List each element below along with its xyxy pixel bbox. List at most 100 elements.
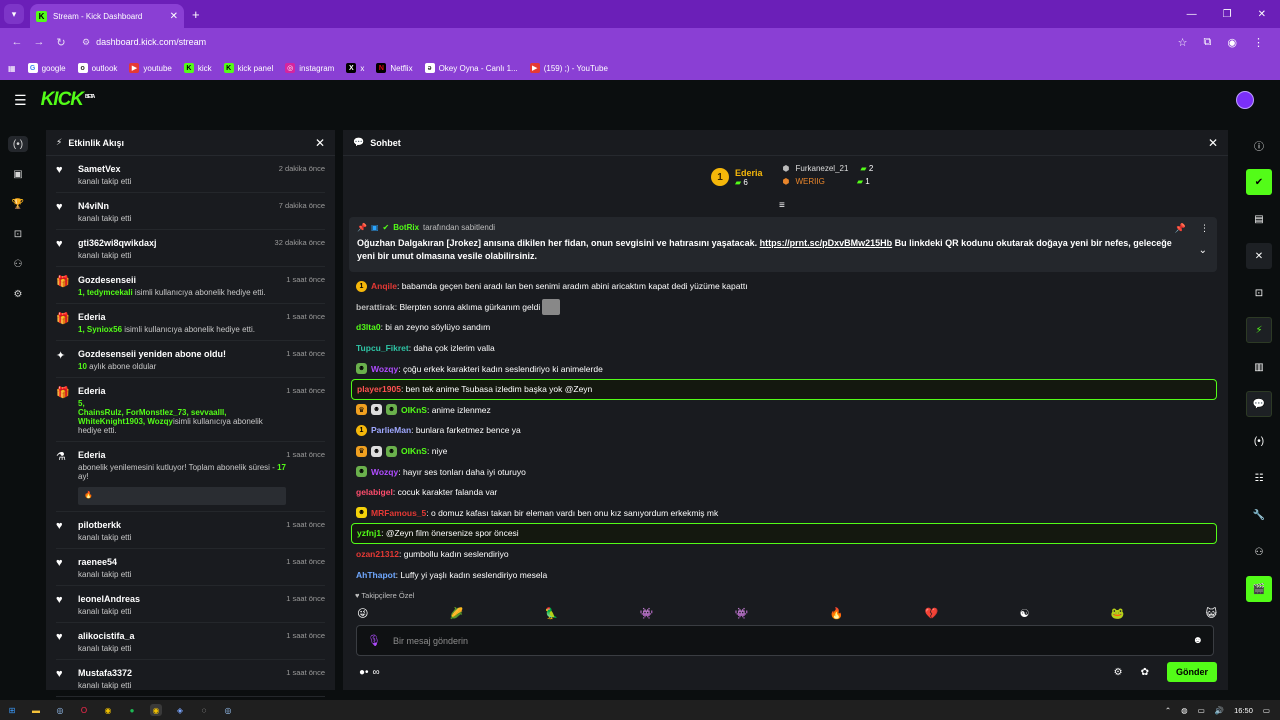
chat-username[interactable]: yzfnj1 (357, 528, 381, 538)
app-icon[interactable]: ◈ (174, 704, 186, 716)
emote-icon[interactable]: 🦜 (545, 607, 559, 620)
opera-icon[interactable]: O (78, 704, 90, 716)
more-options-icon[interactable]: ⋮ (1200, 223, 1209, 234)
extensions-icon[interactable]: ⧉ (1204, 36, 1212, 49)
spotify-icon[interactable]: ● (126, 704, 138, 716)
info-icon[interactable]: ⓘ (1246, 132, 1272, 158)
browser-tab[interactable]: K Stream - Kick Dashboard ✕ (30, 4, 184, 28)
chat-username[interactable]: ParlieMan (371, 425, 411, 435)
wrench-icon[interactable]: 🔧 (1246, 502, 1272, 528)
tray-icon[interactable]: ◍ (1181, 706, 1188, 715)
emoji-icon[interactable]: ☻ (1192, 635, 1203, 646)
bookmark-okey[interactable]: ə Okey Oyna - Canlı 1... (424, 63, 518, 73)
clapper-icon[interactable]: 🎬 (1246, 576, 1272, 602)
chat-username[interactable]: AhThapot (356, 570, 396, 580)
emote-icon[interactable]: 👾 (735, 607, 749, 620)
reload-icon[interactable]: ↻ (50, 36, 72, 49)
close-icon[interactable]: ✕ (1208, 136, 1218, 150)
chat-username[interactable]: gelabigel (356, 487, 393, 497)
menu-icon[interactable]: ☰ (14, 92, 27, 109)
check-icon[interactable]: ✔ (1246, 169, 1272, 195)
settings-icon[interactable]: ⚙ (8, 286, 28, 302)
bookmark-google[interactable]: Ggoogle (27, 63, 66, 73)
community-icon[interactable]: ⚇ (8, 256, 28, 272)
chat-username[interactable]: OIKnS (401, 405, 427, 415)
emote-icon[interactable]: 💔 (924, 607, 938, 620)
chat-username[interactable]: berattirak (356, 302, 395, 312)
emote-icon[interactable]: 🐸 (1111, 607, 1125, 620)
browser-menu-icon[interactable]: ⋮ (1253, 36, 1264, 49)
back-icon[interactable]: ← (6, 36, 28, 48)
chat-username[interactable]: OIKnS (401, 446, 427, 456)
chat-toggle-icon[interactable]: 💬 (1246, 391, 1272, 417)
bookmark-x[interactable]: Xx (346, 63, 364, 73)
tab-search-button[interactable]: ▾ (4, 4, 24, 24)
emote-icon[interactable]: 😺 (1206, 607, 1217, 620)
microphone-icon[interactable]: 🎙 (367, 634, 381, 647)
tray-chevron-icon[interactable]: ⌃ (1165, 706, 1171, 715)
activity-feed-toggle-icon[interactable]: ⚡ (1246, 317, 1272, 343)
avatar[interactable] (1236, 91, 1254, 109)
minimize-icon[interactable]: — (1187, 9, 1197, 20)
emote-icon[interactable]: 👾 (640, 607, 654, 620)
moderation-icon[interactable]: ⊡ (8, 226, 28, 242)
send-button[interactable]: Gönder (1166, 662, 1217, 682)
gift-sub-icon[interactable]: ✿ (1141, 667, 1149, 678)
chevron-down-icon[interactable]: ⌄ (1199, 245, 1207, 256)
bookmark-youtube[interactable]: ▶ youtube (129, 63, 172, 73)
unpin-icon[interactable]: 📌 (1175, 223, 1186, 234)
emote-icon[interactable]: 😜 (357, 607, 368, 620)
chrome-icon[interactable]: ◉ (102, 704, 114, 716)
windows-start-icon[interactable]: ⊞ (6, 704, 18, 716)
forward-icon[interactable]: → (28, 36, 50, 48)
emote-icon[interactable]: 🔥 (830, 607, 844, 620)
leaderboard-row[interactable]: ⬢ WERIIG ▰ 1 (783, 177, 874, 186)
steam-icon[interactable]: ◎ (54, 704, 66, 716)
apps-icon[interactable]: ▦ (8, 64, 16, 73)
filter-icon[interactable]: ≡ (779, 200, 785, 211)
close-icon[interactable]: ✕ (315, 136, 325, 150)
notes-icon[interactable]: ▥ (1246, 354, 1272, 380)
chat-username[interactable]: Wozqy (371, 364, 398, 374)
url-field[interactable]: ⚙ dashboard.kick.com/stream (82, 31, 1178, 53)
leaderboard-row[interactable]: ⬢ Furkanezel_21 ▰ 2 (783, 164, 874, 173)
emote-icon[interactable]: 🌽 (450, 607, 464, 620)
kick-logo[interactable]: KICK BETA (41, 89, 96, 111)
site-info-icon[interactable]: ⚙ (82, 37, 90, 48)
steam-icon[interactable]: ◎ (222, 704, 234, 716)
settings-icon[interactable]: ⚙ (1114, 667, 1123, 678)
broadcast-icon[interactable]: (•) (1246, 428, 1272, 454)
bookmark-outlook[interactable]: o outlook (77, 63, 117, 73)
network-icon[interactable]: ▭ (1198, 706, 1205, 715)
restore-icon[interactable]: ❐ (1223, 9, 1232, 20)
close-icon[interactable]: ✕ (1246, 243, 1272, 269)
volume-icon[interactable]: 🔊 (1215, 706, 1224, 715)
chrome-active-icon[interactable]: ◉ (150, 704, 162, 716)
new-tab-button[interactable]: + (192, 7, 200, 22)
leaderboard-top[interactable]: 1 Ederia ▰ 6 (711, 164, 763, 190)
app-icon[interactable]: ◌ (198, 704, 210, 716)
chat-users-icon[interactable]: ●• (359, 667, 369, 678)
chat-username[interactable]: Wozqy (371, 467, 398, 477)
chat-username[interactable]: Tupcu_Fikret (356, 343, 409, 353)
close-window-icon[interactable]: ✕ (1258, 9, 1266, 20)
profile-icon[interactable]: ◉ (1227, 36, 1237, 49)
message-input[interactable]: Bir mesaj gönderin (393, 636, 1193, 646)
file-explorer-icon[interactable]: ▬ (30, 704, 42, 716)
close-tab-icon[interactable]: ✕ (170, 11, 178, 22)
chat-username[interactable]: MRFamous_5 (371, 508, 426, 518)
notifications-icon[interactable]: ▭ (1263, 706, 1270, 715)
layout-icon[interactable]: ▤ (1246, 206, 1272, 232)
bookmark-kick-panel[interactable]: Kkick panel (223, 63, 273, 73)
bookmark-netflix[interactable]: N Netflix (376, 63, 413, 73)
trophy-icon[interactable]: 🏆 (8, 196, 28, 212)
bookmark-youtube-2[interactable]: ▶ (159) ;) - YouTube (529, 63, 608, 73)
bookmark-instagram[interactable]: ◎ instagram (285, 63, 334, 73)
emote-icon[interactable]: ☯ (1019, 607, 1029, 620)
moderation-icon[interactable]: ⊡ (1246, 280, 1272, 306)
chat-composer[interactable]: 🎙 Bir mesaj gönderin ☻ (356, 625, 1214, 656)
chat-username[interactable]: d3lta0 (356, 322, 381, 332)
stream-icon[interactable]: (•) (8, 136, 28, 152)
dashboard-icon[interactable]: ▣ (8, 166, 28, 182)
bookmark-star-icon[interactable]: ☆ (1178, 36, 1188, 49)
